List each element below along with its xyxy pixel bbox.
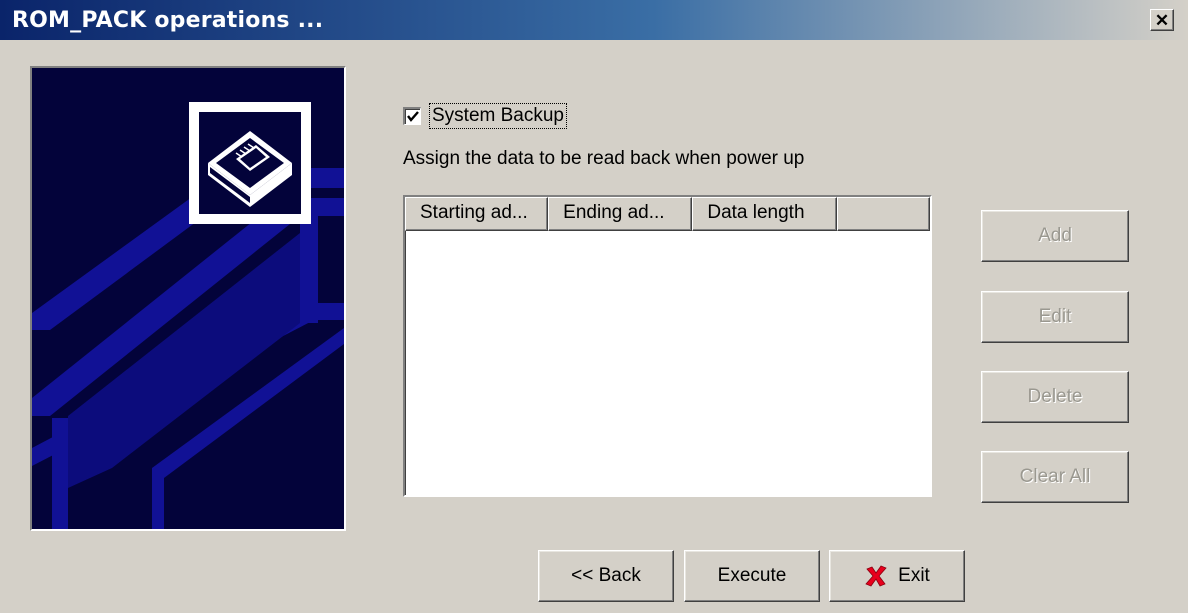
delete-button-label: Delete xyxy=(1027,386,1083,407)
clear-all-button-label: Clear All xyxy=(1019,466,1091,487)
back-button[interactable]: << Back xyxy=(538,550,674,602)
system-backup-option[interactable]: System Backup xyxy=(403,103,567,129)
column-header-filler xyxy=(836,197,931,231)
backup-ranges-list[interactable]: Starting ad... Ending ad... Data length xyxy=(403,195,932,497)
delete-button[interactable]: Delete xyxy=(981,371,1129,423)
edit-button[interactable]: Edit xyxy=(981,291,1129,343)
exit-button-label: Exit xyxy=(898,565,930,586)
list-header: Starting ad... Ending ad... Data length xyxy=(405,197,931,231)
close-button[interactable]: ✕ xyxy=(1150,9,1174,31)
execute-button[interactable]: Execute xyxy=(684,550,820,602)
window-title: ROM_PACK operations ... xyxy=(12,8,324,33)
column-header-data-length[interactable]: Data length xyxy=(692,197,837,231)
execute-button-label: Execute xyxy=(717,565,787,586)
red-x-icon xyxy=(864,564,888,588)
checkmark-icon xyxy=(407,111,419,122)
clear-all-button[interactable]: Clear All xyxy=(981,451,1129,503)
column-header-ending-address[interactable]: Ending ad... xyxy=(548,197,693,231)
title-bar: ROM_PACK operations ... ✕ xyxy=(0,0,1188,40)
close-icon: ✕ xyxy=(1154,10,1170,30)
add-button-label: Add xyxy=(1038,225,1072,246)
wizard-art xyxy=(32,68,344,529)
column-header-starting-address[interactable]: Starting ad... xyxy=(405,197,549,231)
instruction-text: Assign the data to be read back when pow… xyxy=(403,148,805,169)
edit-button-label: Edit xyxy=(1038,306,1072,327)
add-button[interactable]: Add xyxy=(981,210,1129,262)
system-backup-checkbox[interactable] xyxy=(403,107,421,125)
wizard-side-image xyxy=(30,66,346,531)
exit-button[interactable]: Exit xyxy=(829,550,965,602)
system-backup-label[interactable]: System Backup xyxy=(429,103,567,129)
back-button-label: << Back xyxy=(571,565,641,586)
